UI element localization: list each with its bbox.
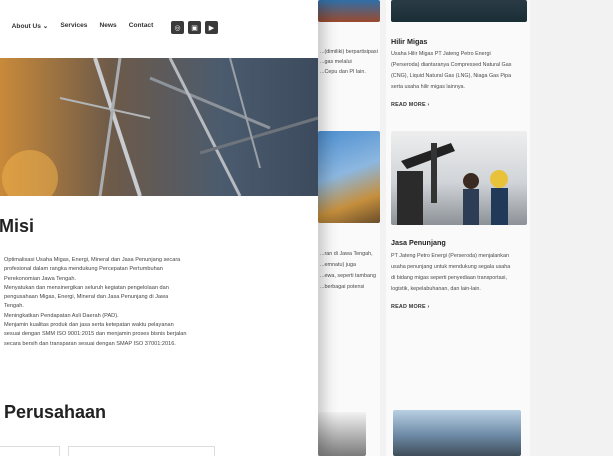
company-card[interactable] xyxy=(0,446,60,456)
jasa-description: di bidang migas seperti penyediaan trans… xyxy=(391,275,507,281)
left-card-text-partial: ...emnatu) juga xyxy=(320,262,356,268)
misi-list-line: pengusahaan Migas, Energi, Mineral dan J… xyxy=(4,294,169,301)
instagram-icon[interactable]: ◎ xyxy=(171,21,184,34)
nav-item-contact[interactable]: Contact xyxy=(129,22,154,30)
hilir-description: serta usaha hilir migas lainnya. xyxy=(391,84,466,90)
hilir-description: Usaha Hilir Migas PT Jateng Petro Energi xyxy=(391,51,491,57)
linkedin-icon[interactable]: ▣ xyxy=(188,21,201,34)
hero-banner-image xyxy=(0,57,318,206)
social-links: ◎ ▣ ▶ xyxy=(171,21,218,34)
jasa-read-more-link[interactable]: READ MORE › xyxy=(391,304,429,310)
refinery-image xyxy=(391,0,527,22)
nav-item-services[interactable]: Services xyxy=(60,22,87,30)
left-card-text-partial: ...ewa, seperti tambang xyxy=(320,273,377,279)
card-text-partial: ...Cepu dan PI lain. xyxy=(320,69,366,75)
misi-list: Optimalisasi Usaha Migas, Energi, Minera… xyxy=(4,256,224,349)
hilir-read-more-link[interactable]: READ MORE › xyxy=(391,102,429,108)
pumpjack-image xyxy=(318,131,380,223)
card-text-partial: ...(dimiliki) berpartisipasi xyxy=(320,49,378,55)
left-card-text-partial: ...ran di Jawa Tengah, xyxy=(320,251,373,257)
youtube-icon[interactable]: ▶ xyxy=(205,21,218,34)
hilir-migas-title: Hilir Migas xyxy=(391,37,428,46)
jasa-penunjang-title: Jasa Penunjang xyxy=(391,238,446,247)
left-card-text-partial: ...berbagai potensi xyxy=(320,284,365,290)
misi-list-line: Optimalisasi Usaha Migas, Energi, Minera… xyxy=(4,257,181,263)
front-page-window: e About Us ⌄ Services News Contact ◎ ▣ ▶… xyxy=(0,0,318,456)
jasa-description: usaha penunjang untuk mendukung segala u… xyxy=(391,264,511,270)
jasa-description: PT Jateng Petro Energi (Perseroda) menja… xyxy=(391,253,509,259)
misi-list-line: Menyatukan dan mensinergikan seluruh keg… xyxy=(4,284,169,291)
misi-list-line: Perekonomian Jawa Tengah. xyxy=(4,275,77,282)
nav-item-news[interactable]: News xyxy=(99,22,116,30)
misi-heading: Misi xyxy=(0,216,35,236)
misi-list-line: Meningkatkan Pendapatan Asli Daerah (PAD… xyxy=(4,312,119,319)
misi-list-line: Menjamin kualitas produk dan jasa serta … xyxy=(4,322,174,329)
company-card[interactable] xyxy=(68,446,215,456)
port-image xyxy=(393,410,521,456)
ship-image xyxy=(318,0,380,22)
perusahaan-heading: Perusahaan xyxy=(4,402,107,422)
workers-pumpjack-image xyxy=(391,131,527,225)
workers-illustration xyxy=(397,143,508,225)
card-text-partial: ...gas melalui xyxy=(320,59,352,65)
misi-list-line: profesional dalam rangka mendukung Perce… xyxy=(4,266,163,273)
misi-list-line: Tengah. xyxy=(4,303,24,310)
people-image xyxy=(318,412,366,456)
hilir-description: (CNG), Liquid Natural Gas (LNG), Niaga G… xyxy=(391,73,512,79)
nav-item-about-us[interactable]: About Us ⌄ xyxy=(12,22,49,30)
hilir-description: (Perseroda) diantaranya Compressed Natur… xyxy=(391,62,512,68)
jasa-description: logistik, kepelabuhanan, dan lain-lain. xyxy=(391,286,481,292)
misi-list-line: sesuai dengan SMM ISO 9001:2015 dan menj… xyxy=(4,331,187,338)
steel-structure-illustration xyxy=(2,57,318,206)
misi-list-line: secara bersih dan transparan sesuai deng… xyxy=(4,340,176,347)
main-nav: e About Us ⌄ Services News Contact xyxy=(0,22,154,30)
